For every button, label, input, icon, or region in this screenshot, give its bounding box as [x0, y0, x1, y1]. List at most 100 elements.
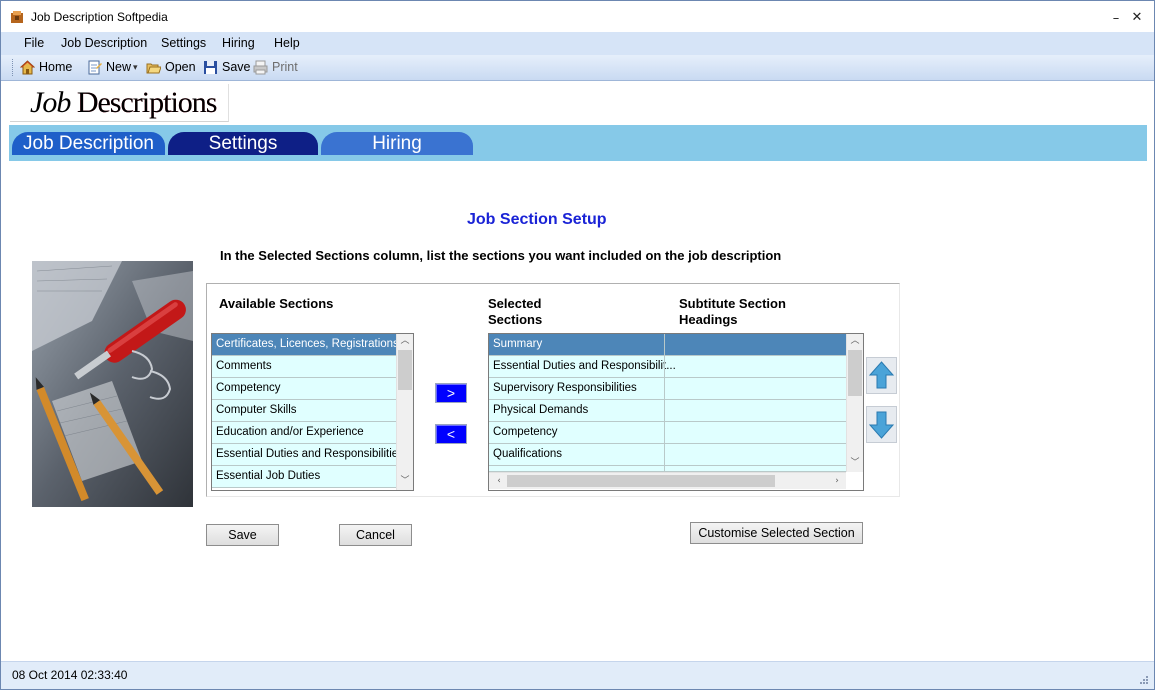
menu-settings[interactable]: Settings [161, 36, 206, 50]
substitute-heading-cell[interactable] [664, 334, 846, 355]
available-sections-list[interactable]: Certificates, Licences, Registrations Co… [211, 333, 414, 491]
application-window: Job Description Softpedia – ✕ File Job D… [0, 0, 1155, 690]
selected-row-text: Qualifications [493, 448, 563, 460]
selected-grid-hscroll-thumb[interactable] [507, 475, 775, 487]
available-row-text: Essential Duties and Responsibilities [216, 448, 396, 460]
customise-selected-section-button[interactable]: Customise Selected Section [690, 522, 863, 544]
substitute-header-line2: Headings [679, 312, 738, 327]
new-button-label: New [106, 60, 132, 74]
menu-job-description[interactable]: Job Description [61, 36, 147, 50]
available-row[interactable]: Education and/or Experience [212, 422, 396, 444]
toolbar: Home New ▾ Open Save Print [1, 55, 1154, 81]
scroll-right-arrow-icon[interactable]: › [829, 474, 845, 488]
available-sections-header: Available Sections [219, 296, 334, 311]
selected-row[interactable]: Qualifications [489, 444, 846, 466]
selected-sections-grid[interactable]: Summary Essential Duties and Responsibil… [488, 333, 864, 491]
status-datetime: 08 Oct 2014 02:33:40 [12, 668, 128, 682]
save-toolbar-button[interactable]: Save [203, 59, 251, 76]
decorative-photo [32, 261, 193, 507]
available-row-text: Essential Job Duties [216, 470, 321, 482]
remove-section-button[interactable]: < [435, 424, 467, 444]
substitute-heading-cell[interactable] [664, 400, 846, 421]
add-section-button[interactable]: > [435, 383, 467, 403]
new-document-icon [88, 60, 102, 75]
available-row[interactable]: Comments [212, 356, 396, 378]
tab-job-description[interactable]: Job Description [12, 132, 165, 155]
save-button[interactable]: Save [206, 524, 279, 546]
job-section-setup-page: Job Section Setup In the Selected Sectio… [9, 161, 1147, 661]
menu-file[interactable]: File [24, 36, 44, 50]
open-button[interactable]: Open [146, 59, 198, 76]
selected-row[interactable]: Competency [489, 422, 846, 444]
toolbar-grip[interactable] [12, 59, 15, 76]
logo-text: Job Descriptions [30, 86, 218, 120]
up-arrow-icon [868, 361, 895, 389]
available-row[interactable]: Competency [212, 378, 396, 400]
home-icon [20, 60, 35, 75]
printer-icon [253, 60, 268, 75]
tab-hiring[interactable]: Hiring [321, 132, 473, 155]
substitute-heading-cell[interactable] [664, 422, 846, 443]
minimize-button[interactable]: – [1107, 10, 1125, 28]
scroll-up-arrow-icon[interactable]: ︿ [847, 334, 863, 348]
selected-grid-vscroll-thumb[interactable] [848, 350, 862, 396]
selected-row-text: Competency [493, 426, 558, 438]
selected-row[interactable]: Physical Demands [489, 400, 846, 422]
scroll-down-arrow-icon[interactable]: ﹀ [847, 456, 863, 470]
available-row-text: Computer Skills [216, 404, 297, 416]
scroll-up-arrow-icon[interactable]: ︿ [397, 334, 413, 348]
substitute-header-line1: Subtitute Section [679, 296, 786, 311]
page-title: Job Section Setup [467, 211, 607, 228]
print-button[interactable]: Print [253, 59, 303, 76]
logo-text-job: Job [30, 86, 77, 119]
print-button-label: Print [272, 60, 298, 74]
menu-help[interactable]: Help [274, 36, 300, 50]
menu-bar: File Job Description Settings Hiring Hel… [1, 32, 1154, 55]
available-row-text: Comments [216, 360, 272, 372]
scroll-left-arrow-icon[interactable]: ‹ [491, 474, 507, 488]
resize-grip-icon[interactable] [1138, 674, 1148, 684]
move-section-up-button[interactable] [866, 357, 897, 394]
new-button[interactable]: New ▾ [87, 59, 143, 76]
title-bar: Job Description Softpedia – ✕ [1, 1, 1154, 32]
tab-settings[interactable]: Settings [168, 132, 318, 155]
selected-sections-header: Selected Sections [488, 296, 542, 328]
move-section-down-button[interactable] [866, 406, 897, 443]
selected-row-text: Summary [493, 338, 543, 350]
selected-row[interactable]: Essential Duties and Responsibilit... [489, 356, 846, 378]
new-dropdown-arrow[interactable]: ▾ [133, 59, 138, 76]
available-row-text: Competency [216, 382, 281, 394]
selected-row[interactable]: Supervisory Responsibilities [489, 378, 846, 400]
selected-row[interactable]: Summary [489, 334, 846, 356]
menu-hiring[interactable]: Hiring [222, 36, 255, 50]
substitute-heading-cell[interactable] [664, 444, 846, 465]
main-tab-bar: Job Description Settings Hiring [9, 125, 1147, 161]
substitute-heading-cell[interactable] [664, 378, 846, 399]
cancel-button[interactable]: Cancel [339, 524, 412, 546]
available-list-scrollbar[interactable]: ︿ ﹀ [396, 334, 413, 490]
available-row[interactable]: Certificates, Licences, Registrations [212, 334, 396, 356]
app-logo: Job Descriptions [10, 84, 229, 122]
instructions-text: In the Selected Sections column, list th… [220, 248, 782, 263]
substitute-heading-cell[interactable] [664, 356, 846, 377]
status-bar: 08 Oct 2014 02:33:40 [1, 661, 1154, 689]
available-list-scroll-thumb[interactable] [398, 350, 412, 390]
window-title: Job Description Softpedia [31, 10, 168, 24]
available-row[interactable]: Essential Job Duties [212, 466, 396, 488]
floppy-disk-icon [204, 61, 217, 74]
app-icon [11, 11, 23, 23]
available-row[interactable]: Essential Duties and Responsibilities [212, 444, 396, 466]
home-button-label: Home [39, 60, 73, 74]
available-row[interactable]: Computer Skills [212, 400, 396, 422]
selected-header-line1: Selected [488, 296, 542, 311]
selected-grid-vscrollbar[interactable]: ︿ ﹀ [846, 334, 863, 472]
save-toolbar-label: Save [222, 60, 251, 74]
substitute-headings-header: Subtitute Section Headings [679, 296, 786, 328]
home-button[interactable]: Home [20, 59, 76, 76]
available-row-text: Education and/or Experience [216, 426, 364, 438]
scroll-down-arrow-icon[interactable]: ﹀ [397, 474, 413, 488]
logo-text-descriptions: Descriptions [76, 86, 218, 119]
close-button[interactable]: ✕ [1128, 9, 1146, 27]
selected-grid-hscrollbar[interactable]: ‹ › [489, 472, 846, 489]
selected-row-text: Supervisory Responsibilities [493, 382, 637, 394]
